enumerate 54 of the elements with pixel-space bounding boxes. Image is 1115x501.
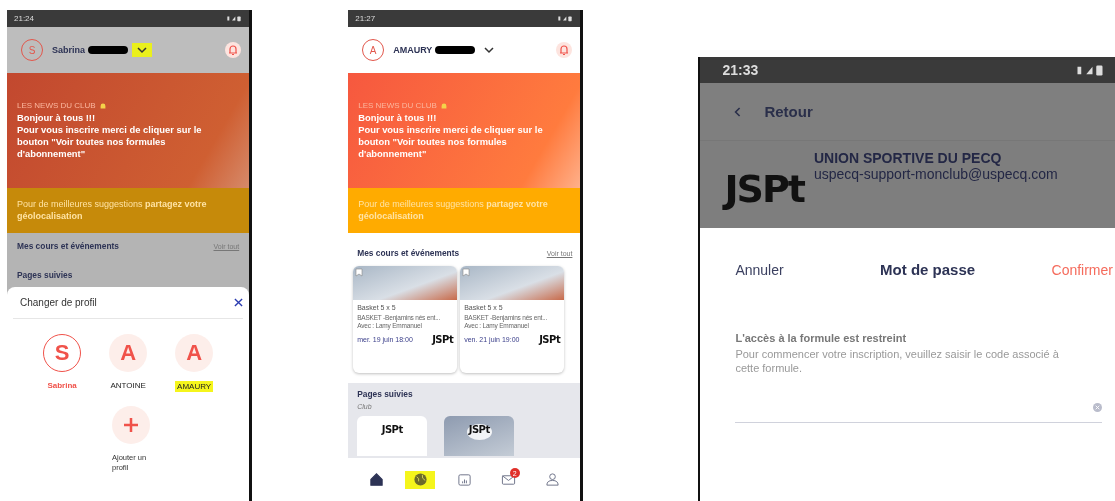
bookmark-icon[interactable] (462, 268, 471, 277)
profile-name[interactable]: AMAURY (175, 381, 214, 392)
globe-icon[interactable] (412, 472, 428, 487)
profile-avatar[interactable]: A (175, 334, 214, 372)
profile-avatar[interactable]: A (109, 334, 148, 372)
cancel-button[interactable]: Annuler (735, 261, 784, 278)
club-logo: JSPt (724, 167, 804, 211)
chevron-down-icon[interactable] (132, 43, 152, 57)
club-email[interactable]: uspecq-support-monclub@uspecq.com (813, 167, 1099, 182)
bell-icon[interactable] (225, 42, 242, 58)
sheet-title: Changer de profil (20, 297, 97, 308)
section-title: Pages suivies (17, 270, 74, 280)
bell-icon (98, 101, 107, 110)
status-icons (1075, 63, 1105, 77)
club-name: UNION SPORTIVE DU PECQ (813, 150, 1003, 166)
news-message: Bonjour à tous !!! Pour vous inscrire merci de cliquer sur le bouton "Voir toutes nos formules d'abonnement" (17, 111, 202, 161)
home-icon[interactable] (368, 472, 384, 487)
club-logo: JSPt (466, 424, 492, 440)
section-title: Mes cours et événements (357, 248, 460, 258)
bookmark-icon[interactable] (355, 268, 364, 277)
notice-text: Pour commencer votre inscription, veuillez saisir le code associé à cette formule. (735, 347, 1060, 376)
sheet-title: Mot de passe (880, 261, 976, 278)
add-profile-icon[interactable] (112, 406, 150, 444)
profile-name[interactable]: Sabrina (47, 381, 77, 390)
mail-icon[interactable] (500, 472, 516, 487)
news-label: LES NEWS DU CLUB (17, 100, 96, 110)
back-icon[interactable] (734, 105, 743, 118)
status-time: 21:33 (722, 62, 759, 78)
clear-icon[interactable] (1093, 403, 1103, 413)
club-logo: JSPt (539, 333, 561, 345)
profile-name: AMAURY (393, 45, 433, 55)
status-time: 21:24 (14, 14, 35, 23)
person-icon[interactable] (544, 472, 560, 487)
close-icon[interactable] (234, 298, 244, 307)
photo-placeholder[interactable]: JSPt (444, 416, 515, 456)
notice-title: L'accès à la formule est restreint (735, 332, 908, 344)
status-icons (226, 15, 243, 22)
club-logo: JSPt (432, 333, 454, 345)
club-tile[interactable]: JSPt (357, 416, 428, 456)
section-title: Mes cours et événements (17, 241, 119, 251)
calendar-icon[interactable] (456, 472, 472, 487)
profile-name[interactable]: ANTOINE (110, 381, 146, 390)
club-logo: JSPt (381, 424, 403, 437)
bell-icon (439, 101, 448, 110)
status-icons (557, 15, 574, 22)
back-label[interactable]: Retour (764, 103, 813, 120)
news-label: LES NEWS DU CLUB (358, 100, 437, 110)
profile-avatar[interactable]: S (43, 334, 82, 372)
bell-icon[interactable] (556, 42, 573, 58)
section-title: Pages suivies (357, 389, 414, 399)
status-time: 21:27 (355, 14, 376, 23)
profile-name: Sabrina (52, 45, 85, 55)
confirm-button[interactable]: Confirmer (1051, 261, 1113, 278)
news-message: Bonjour à tous !!! Pour vous inscrire merci de cliquer sur le bouton "Voir toutes nos formules d'abonnement" (358, 111, 544, 161)
